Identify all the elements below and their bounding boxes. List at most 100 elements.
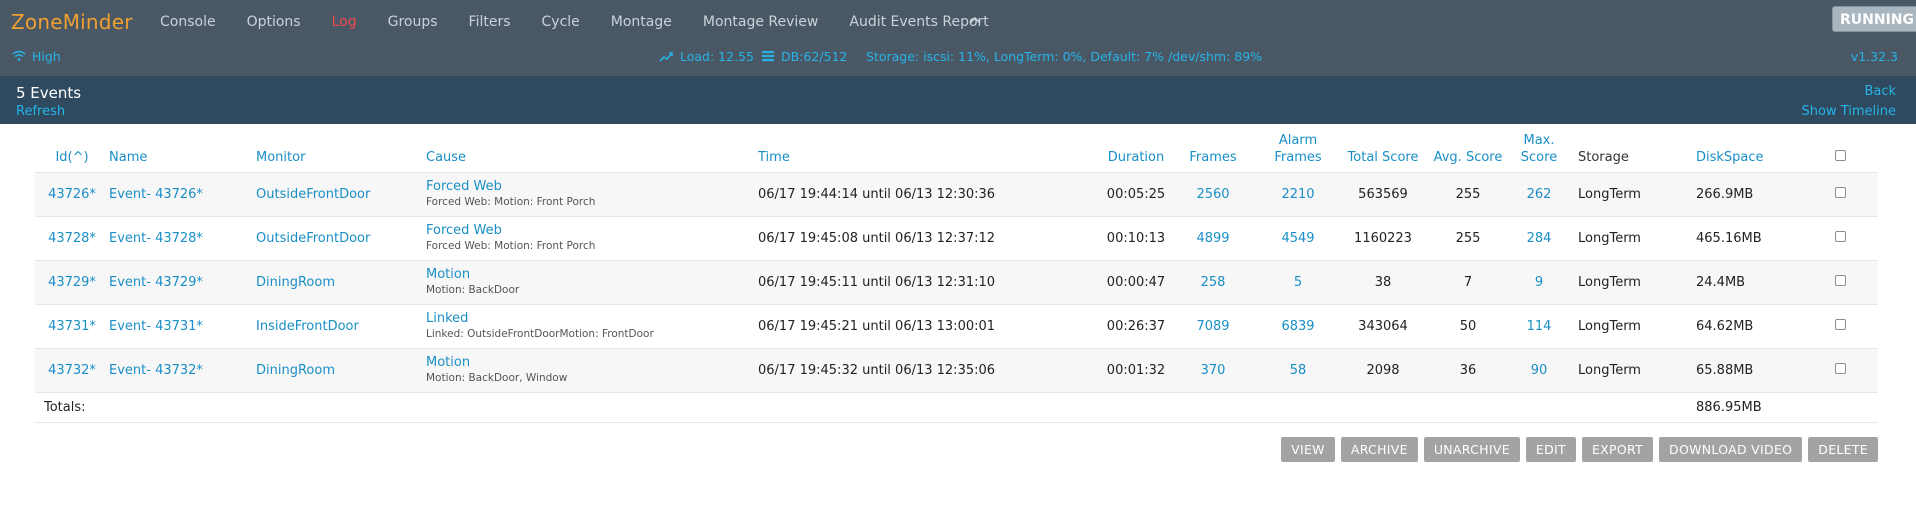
event-id-link[interactable]: 43732* [48,363,96,378]
event-alarm-frames-link[interactable]: 5 [1294,275,1302,290]
event-cause-link[interactable]: Linked [426,311,758,327]
event-max-score-link[interactable]: 9 [1535,275,1543,290]
cell-diskspace: 465.16MB [1678,215,1803,260]
event-monitor-link[interactable]: DiningRoom [256,363,335,378]
nav-console[interactable]: Console [160,14,216,30]
brand-logo[interactable]: ZoneMinder [11,10,133,34]
totals-label: Totals: [35,391,109,423]
event-frames-link[interactable]: 370 [1201,363,1226,378]
event-alarm-frames-link[interactable]: 2210 [1281,187,1314,202]
back-link[interactable]: Back [1864,84,1896,99]
chevron-up-icon[interactable] [968,13,982,27]
col-time[interactable]: Time [758,130,1104,172]
row-select-checkbox[interactable] [1835,274,1846,286]
cell-select [1803,171,1878,216]
page-title: 5 Events [16,84,82,102]
event-cause-link[interactable]: Forced Web [426,223,758,239]
cell-monitor: OutsideFrontDoor [256,171,426,216]
cell-alarm-frames: 2210 [1258,171,1338,216]
col-total-score[interactable]: Total Score [1338,130,1428,172]
cell-total-score: 2098 [1338,347,1428,392]
event-name-link[interactable]: Event- 43726* [109,187,203,202]
archive-button[interactable]: ARCHIVE [1340,437,1418,462]
delete-button[interactable]: DELETE [1808,437,1878,462]
unarchive-button[interactable]: UNARCHIVE [1423,437,1520,462]
event-frames-link[interactable]: 4899 [1196,231,1229,246]
event-max-score-link[interactable]: 90 [1531,363,1548,378]
event-total-score: 1160223 [1354,230,1412,246]
select-all-checkbox[interactable] [1835,149,1846,161]
col-name[interactable]: Name [109,130,256,172]
event-name-link[interactable]: Event- 43728* [109,231,203,246]
running-state-button[interactable]: RUNNING [1832,6,1916,32]
event-max-score-link[interactable]: 284 [1527,231,1552,246]
bandwidth-selector[interactable]: High [12,44,61,68]
event-cause-link[interactable]: Motion [426,355,758,371]
cell-total-score: 1160223 [1338,215,1428,260]
nav-montage-review[interactable]: Montage Review [703,14,819,30]
nav-cycle[interactable]: Cycle [542,14,580,30]
view-button[interactable]: VIEW [1281,437,1335,462]
event-cause-link[interactable]: Motion [426,267,758,283]
event-frames-link[interactable]: 258 [1201,275,1226,290]
col-duration[interactable]: Duration [1104,130,1168,172]
event-frames-link[interactable]: 7089 [1196,319,1229,334]
col-id[interactable]: Id(^) [35,130,109,172]
show-timeline-link[interactable]: Show Timeline [1802,104,1897,119]
event-max-score-link[interactable]: 114 [1527,319,1552,334]
col-frames[interactable]: Frames [1168,130,1258,172]
event-id-link[interactable]: 43726* [48,187,96,202]
version-indicator[interactable]: v1.32.3 [1851,44,1898,68]
table-header-row: Id(^) Name Monitor Cause Time Duration F… [35,130,1878,172]
row-select-checkbox[interactable] [1835,186,1846,198]
totals-end [1803,391,1878,423]
refresh-link[interactable]: Refresh [16,104,65,119]
row-select-checkbox[interactable] [1835,318,1846,330]
event-id-link[interactable]: 43728* [48,231,96,246]
col-alarm-frames[interactable]: Alarm Frames [1258,130,1338,172]
nav-montage[interactable]: Montage [611,14,672,30]
nav-log[interactable]: Log [332,14,357,30]
cell-frames: 2560 [1168,171,1258,216]
event-monitor-link[interactable]: OutsideFrontDoor [256,187,370,202]
cell-time: 06/17 19:45:11 until 06/13 12:31:10 [758,259,1104,304]
nav-groups[interactable]: Groups [388,14,438,30]
nav-options[interactable]: Options [247,14,301,30]
event-monitor-link[interactable]: InsideFrontDoor [256,319,359,334]
cell-avg-score: 36 [1428,347,1508,392]
cell-duration: 00:10:13 [1104,215,1168,260]
event-monitor-link[interactable]: OutsideFrontDoor [256,231,370,246]
event-frames-link[interactable]: 2560 [1196,187,1229,202]
event-name-link[interactable]: Event- 43731* [109,319,203,334]
event-max-score-link[interactable]: 262 [1527,187,1552,202]
event-name-link[interactable]: Event- 43729* [109,275,203,290]
cell-storage: LongTerm [1570,303,1678,348]
event-id-link[interactable]: 43729* [48,275,96,290]
cell-diskspace: 64.62MB [1678,303,1803,348]
event-total-score: 2098 [1366,362,1400,378]
event-alarm-frames-link[interactable]: 6839 [1281,319,1314,334]
edit-button[interactable]: EDIT [1525,437,1576,462]
event-id-link[interactable]: 43731* [48,319,96,334]
row-select-checkbox[interactable] [1835,230,1846,242]
status-bar: High Load: 12.55 DB:62/512 Storage: iscs… [0,44,1916,76]
download-video-button[interactable]: DOWNLOAD VIDEO [1659,437,1803,462]
col-cause[interactable]: Cause [426,130,758,172]
event-cause-link[interactable]: Forced Web [426,179,758,195]
nav-filters[interactable]: Filters [469,14,511,30]
cell-duration: 00:26:37 [1104,303,1168,348]
event-alarm-frames-link[interactable]: 58 [1290,363,1307,378]
col-select-all[interactable] [1803,130,1878,172]
event-storage: LongTerm [1578,274,1641,290]
event-name-link[interactable]: Event- 43732* [109,363,203,378]
event-alarm-frames-link[interactable]: 4549 [1281,231,1314,246]
row-select-checkbox[interactable] [1835,362,1846,374]
cell-select [1803,215,1878,260]
col-avg-score[interactable]: Avg. Score [1428,130,1508,172]
export-button[interactable]: EXPORT [1581,437,1654,462]
col-max-score[interactable]: Max. Score [1508,130,1570,172]
col-diskspace[interactable]: DiskSpace [1678,130,1803,172]
col-monitor[interactable]: Monitor [256,130,426,172]
cell-avg-score: 50 [1428,303,1508,348]
event-monitor-link[interactable]: DiningRoom [256,275,335,290]
